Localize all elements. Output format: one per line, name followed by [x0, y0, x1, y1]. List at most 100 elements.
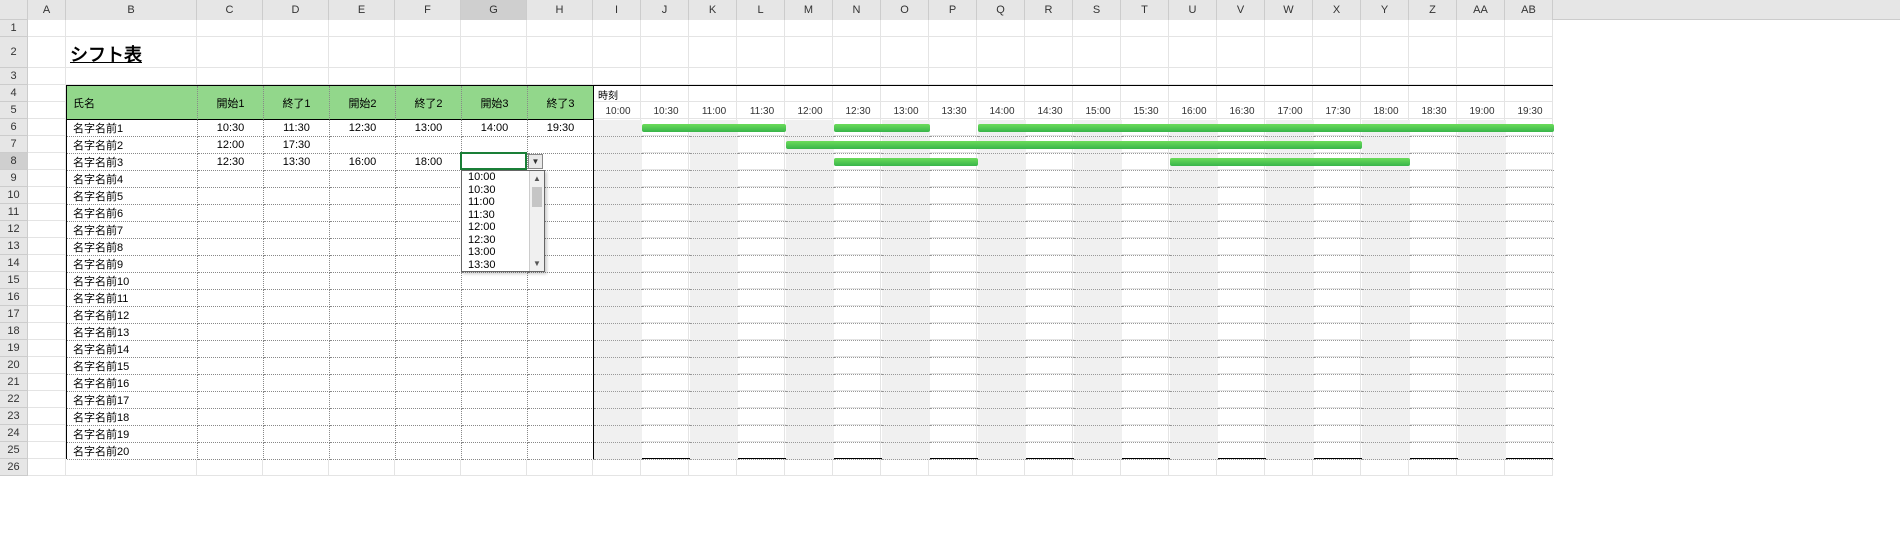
col-header-Q[interactable]: Q — [977, 0, 1025, 20]
col-header-D[interactable]: D — [263, 0, 329, 20]
col-header-K[interactable]: K — [689, 0, 737, 20]
time-cell[interactable] — [198, 290, 264, 307]
name-cell[interactable]: 名字名前10 — [67, 273, 198, 290]
time-cell[interactable]: 10:30 — [198, 120, 264, 137]
time-cell[interactable]: 17:30 — [264, 137, 330, 154]
name-cell[interactable]: 名字名前15 — [67, 358, 198, 375]
time-cell[interactable] — [528, 273, 594, 290]
row-header-15[interactable]: 15 — [0, 272, 28, 289]
time-cell[interactable] — [198, 324, 264, 341]
row-header-6[interactable]: 6 — [0, 119, 28, 136]
time-cell[interactable] — [264, 426, 330, 443]
time-cell[interactable] — [462, 290, 528, 307]
name-cell[interactable]: 名字名前13 — [67, 324, 198, 341]
row-header-23[interactable]: 23 — [0, 408, 28, 425]
time-cell[interactable]: 18:00 — [396, 154, 462, 171]
row-header-25[interactable]: 25 — [0, 442, 28, 459]
time-cell[interactable] — [396, 324, 462, 341]
time-cell[interactable] — [462, 392, 528, 409]
time-cell[interactable] — [462, 324, 528, 341]
time-cell[interactable] — [330, 392, 396, 409]
row-header-9[interactable]: 9 — [0, 170, 28, 187]
time-cell[interactable] — [396, 205, 462, 222]
time-cell[interactable] — [462, 375, 528, 392]
row-header-12[interactable]: 12 — [0, 221, 28, 238]
col-header-V[interactable]: V — [1217, 0, 1265, 20]
time-cell[interactable] — [528, 443, 594, 460]
col-header-AB[interactable]: AB — [1505, 0, 1553, 20]
time-cell[interactable] — [396, 256, 462, 273]
time-cell[interactable] — [264, 273, 330, 290]
time-cell[interactable] — [330, 188, 396, 205]
time-cell[interactable] — [462, 307, 528, 324]
time-cell[interactable] — [330, 426, 396, 443]
name-cell[interactable]: 名字名前8 — [67, 239, 198, 256]
row-header-1[interactable]: 1 — [0, 20, 28, 37]
col-header-U[interactable]: U — [1169, 0, 1217, 20]
time-cell[interactable] — [330, 273, 396, 290]
time-cell[interactable] — [396, 273, 462, 290]
col-header-A[interactable]: A — [28, 0, 66, 20]
time-cell[interactable]: 19:30 — [528, 120, 594, 137]
time-cell[interactable] — [528, 137, 594, 154]
time-cell[interactable] — [396, 171, 462, 188]
row-header-4[interactable]: 4 — [0, 85, 28, 102]
scroll-down-icon[interactable]: ▼ — [530, 256, 544, 271]
name-cell[interactable]: 名字名前16 — [67, 375, 198, 392]
time-cell[interactable] — [396, 290, 462, 307]
time-cell[interactable] — [264, 375, 330, 392]
time-cell[interactable] — [528, 341, 594, 358]
time-cell[interactable] — [330, 358, 396, 375]
row-header-14[interactable]: 14 — [0, 255, 28, 272]
row-header-16[interactable]: 16 — [0, 289, 28, 306]
time-cell[interactable] — [462, 358, 528, 375]
time-cell[interactable] — [462, 273, 528, 290]
row-header-22[interactable]: 22 — [0, 391, 28, 408]
time-cell[interactable] — [198, 341, 264, 358]
time-cell[interactable] — [330, 222, 396, 239]
name-cell[interactable]: 名字名前4 — [67, 171, 198, 188]
time-cell[interactable] — [330, 324, 396, 341]
scroll-up-icon[interactable]: ▲ — [530, 171, 544, 186]
time-cell[interactable] — [528, 426, 594, 443]
time-cell[interactable]: 12:30 — [330, 120, 396, 137]
name-cell[interactable]: 名字名前1 — [67, 120, 198, 137]
time-cell[interactable] — [330, 239, 396, 256]
col-header-E[interactable]: E — [329, 0, 395, 20]
time-cell[interactable] — [264, 188, 330, 205]
time-cell[interactable] — [198, 307, 264, 324]
col-header-T[interactable]: T — [1121, 0, 1169, 20]
col-header-P[interactable]: P — [929, 0, 977, 20]
time-cell[interactable] — [462, 443, 528, 460]
time-cell[interactable]: 11:30 — [264, 120, 330, 137]
time-cell[interactable] — [330, 409, 396, 426]
row-header-7[interactable]: 7 — [0, 136, 28, 153]
row-header-5[interactable]: 5 — [0, 102, 28, 119]
time-cell[interactable] — [330, 137, 396, 154]
row-header-18[interactable]: 18 — [0, 323, 28, 340]
col-header-J[interactable]: J — [641, 0, 689, 20]
time-cell[interactable] — [264, 443, 330, 460]
col-header-G[interactable]: G — [461, 0, 527, 20]
name-cell[interactable]: 名字名前20 — [67, 443, 198, 460]
time-cell[interactable] — [198, 256, 264, 273]
time-cell[interactable] — [264, 256, 330, 273]
col-header-B[interactable]: B — [66, 0, 197, 20]
time-cell[interactable] — [198, 426, 264, 443]
dropdown-button[interactable]: ▼ — [528, 154, 543, 169]
row-header-8[interactable]: 8 — [0, 153, 28, 170]
time-cell[interactable] — [198, 358, 264, 375]
col-header-W[interactable]: W — [1265, 0, 1313, 20]
time-cell[interactable] — [528, 324, 594, 341]
row-header-21[interactable]: 21 — [0, 374, 28, 391]
time-cell[interactable] — [198, 375, 264, 392]
row-header-2[interactable]: 2 — [0, 37, 28, 68]
col-header-Z[interactable]: Z — [1409, 0, 1457, 20]
time-cell[interactable] — [330, 307, 396, 324]
time-cell[interactable] — [330, 205, 396, 222]
dropdown-scrollbar[interactable]: ▲ ▼ — [529, 171, 544, 271]
time-cell[interactable] — [396, 426, 462, 443]
row-header-3[interactable]: 3 — [0, 68, 28, 85]
name-cell[interactable]: 名字名前3 — [67, 154, 198, 171]
time-cell[interactable] — [198, 205, 264, 222]
